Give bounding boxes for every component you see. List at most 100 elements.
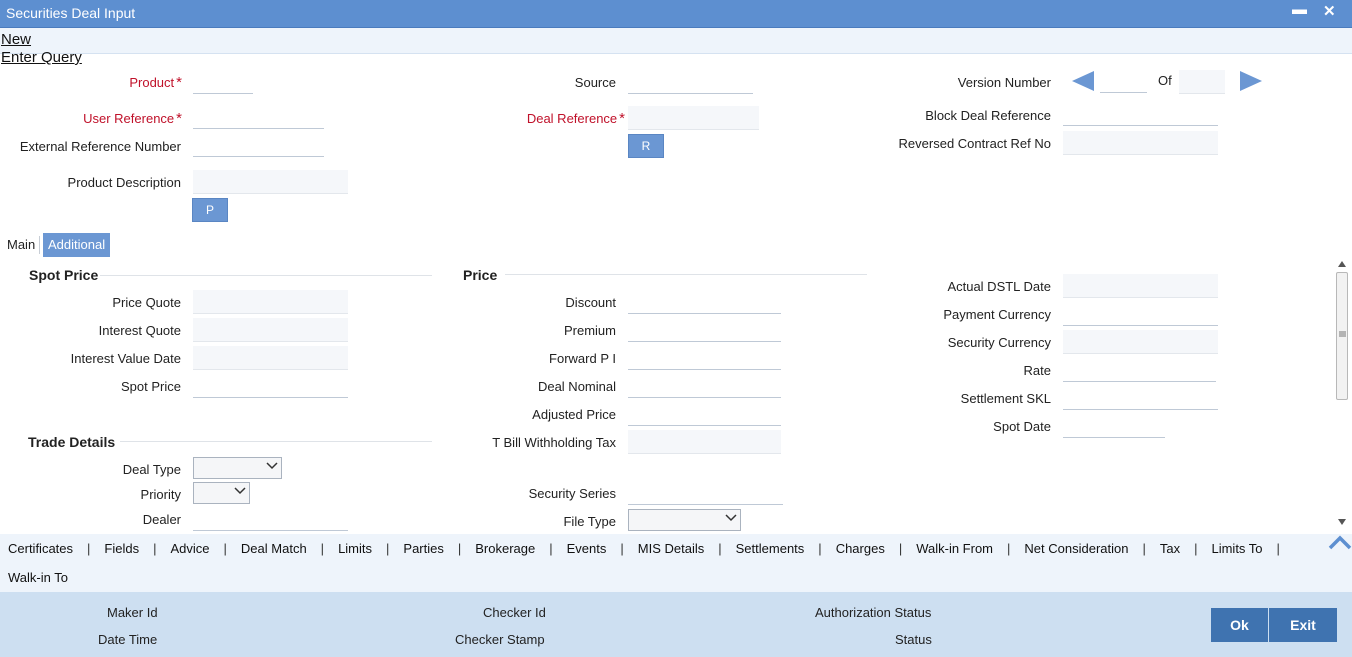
link-tax[interactable]: Tax	[1160, 541, 1180, 556]
link-separator: |	[1194, 541, 1198, 556]
product-description-input[interactable]	[193, 170, 348, 194]
tab-divider	[39, 236, 40, 254]
interest-value-date-input[interactable]	[193, 346, 348, 370]
tbill-tax-input[interactable]	[628, 430, 781, 454]
scrollbar-thumb[interactable]	[1336, 272, 1348, 400]
deal-nominal-input[interactable]	[628, 374, 781, 398]
tab-additional[interactable]: Additional	[43, 233, 111, 257]
security-currency-input[interactable]	[1063, 330, 1218, 354]
source-label: Source	[574, 75, 616, 90]
link-walk-in-from[interactable]: Walk-in From	[916, 541, 993, 556]
rate-input[interactable]	[1063, 358, 1216, 382]
link-separator: |	[718, 541, 722, 556]
spot-price-heading: Spot Price	[29, 267, 99, 283]
discount-label: Discount	[565, 295, 616, 310]
adjusted-price-label: Adjusted Price	[532, 407, 616, 422]
block-deal-reference-input[interactable]	[1063, 102, 1218, 126]
grip-icon	[1339, 331, 1346, 337]
link-fields[interactable]: Fields	[104, 541, 139, 556]
link-charges[interactable]: Charges	[836, 541, 885, 556]
security-series-label: Security Series	[528, 486, 616, 501]
close-icon[interactable]: ✕	[1323, 2, 1336, 20]
link-parties[interactable]: Parties	[403, 541, 443, 556]
enter-query-link[interactable]: Enter Query	[1, 49, 82, 66]
reversed-contract-input[interactable]	[1063, 131, 1218, 155]
link-advice[interactable]: Advice	[171, 541, 210, 556]
link-deal-match[interactable]: Deal Match	[241, 541, 307, 556]
of-label: Of	[1158, 73, 1172, 88]
priority-select[interactable]	[193, 482, 250, 504]
product-label: Product *	[129, 74, 182, 91]
ok-button[interactable]: Ok	[1211, 608, 1268, 642]
link-brokerage[interactable]: Brokerage	[475, 541, 535, 556]
link-settlements[interactable]: Settlements	[736, 541, 805, 556]
scroll-up-icon[interactable]	[1338, 260, 1346, 268]
spot-date-input[interactable]	[1063, 414, 1165, 438]
tab-main[interactable]: Main	[2, 233, 41, 257]
of-input[interactable]	[1179, 70, 1225, 94]
product-input[interactable]	[193, 70, 253, 94]
spot-date-label: Spot Date	[993, 419, 1051, 434]
link-certificates[interactable]: Certificates	[8, 541, 73, 556]
authorization-status-label: Authorization Status	[815, 605, 932, 620]
link-separator: |	[320, 541, 325, 556]
minimize-icon[interactable]: ▬	[1292, 1, 1307, 18]
collapse-up-icon[interactable]	[1328, 535, 1352, 551]
version-input[interactable]	[1100, 69, 1147, 93]
security-currency-label: Security Currency	[947, 335, 1051, 350]
settlement-skl-input[interactable]	[1063, 386, 1218, 410]
priority-dropdown[interactable]	[193, 482, 250, 504]
link-walk-in-to[interactable]: Walk-in To	[8, 570, 68, 585]
priority-label: Priority	[140, 487, 181, 502]
settlement-skl-label: Settlement SKL	[960, 391, 1051, 406]
premium-input[interactable]	[628, 318, 781, 342]
price-quote-label: Price Quote	[112, 295, 181, 310]
reversed-contract-label: Reversed Contract Ref No	[898, 136, 1051, 151]
file-type-dropdown[interactable]	[628, 509, 741, 531]
next-version-icon[interactable]	[1238, 71, 1262, 91]
file-type-select[interactable]	[628, 509, 741, 531]
deal-type-dropdown[interactable]	[193, 457, 282, 479]
product-description-label: Product Description	[67, 175, 181, 190]
discount-input[interactable]	[628, 290, 781, 314]
link-net-consideration[interactable]: Net Consideration	[1024, 541, 1128, 556]
payment-currency-input[interactable]	[1063, 302, 1218, 326]
vertical-scrollbar[interactable]	[1334, 258, 1350, 530]
deal-reference-input[interactable]	[628, 106, 759, 130]
price-quote-input[interactable]	[193, 290, 348, 314]
maker-id-label: Maker Id	[107, 605, 158, 620]
interest-quote-label: Interest Quote	[98, 323, 181, 338]
link-events[interactable]: Events	[567, 541, 607, 556]
dealer-input[interactable]	[193, 507, 348, 531]
spot-price-input[interactable]	[193, 374, 348, 398]
link-limits-to[interactable]: Limits To	[1211, 541, 1262, 556]
r-button[interactable]: R	[628, 134, 664, 158]
audit-bar	[0, 592, 1352, 657]
user-reference-input[interactable]	[193, 105, 324, 129]
exit-button[interactable]: Exit	[1269, 608, 1337, 642]
scroll-down-icon[interactable]	[1338, 518, 1346, 526]
actual-dstl-date-input[interactable]	[1063, 274, 1218, 298]
link-separator: |	[1142, 541, 1146, 556]
dealer-label: Dealer	[142, 512, 181, 527]
adjusted-price-input[interactable]	[628, 402, 781, 426]
source-input[interactable]	[628, 70, 753, 94]
block-deal-reference-label: Block Deal Reference	[925, 108, 1051, 123]
deal-type-select[interactable]	[193, 457, 282, 479]
price-heading: Price	[463, 267, 498, 283]
new-link[interactable]: New	[1, 31, 31, 48]
security-series-input[interactable]	[628, 481, 783, 505]
p-button[interactable]: P	[192, 198, 228, 222]
previous-version-icon[interactable]	[1072, 71, 1096, 91]
checker-id-label: Checker Id	[483, 605, 546, 620]
trade-details-heading: Trade Details	[28, 434, 116, 450]
external-reference-input[interactable]	[193, 133, 324, 157]
rate-label: Rate	[1023, 363, 1051, 378]
link-mis-details[interactable]: MIS Details	[638, 541, 704, 556]
forward-pi-input[interactable]	[628, 346, 781, 370]
link-separator: |	[1007, 541, 1011, 556]
interest-quote-input[interactable]	[193, 318, 348, 342]
link-separator: |	[457, 541, 462, 556]
link-limits[interactable]: Limits	[338, 541, 372, 556]
external-reference-label: External Reference Number	[19, 139, 181, 154]
